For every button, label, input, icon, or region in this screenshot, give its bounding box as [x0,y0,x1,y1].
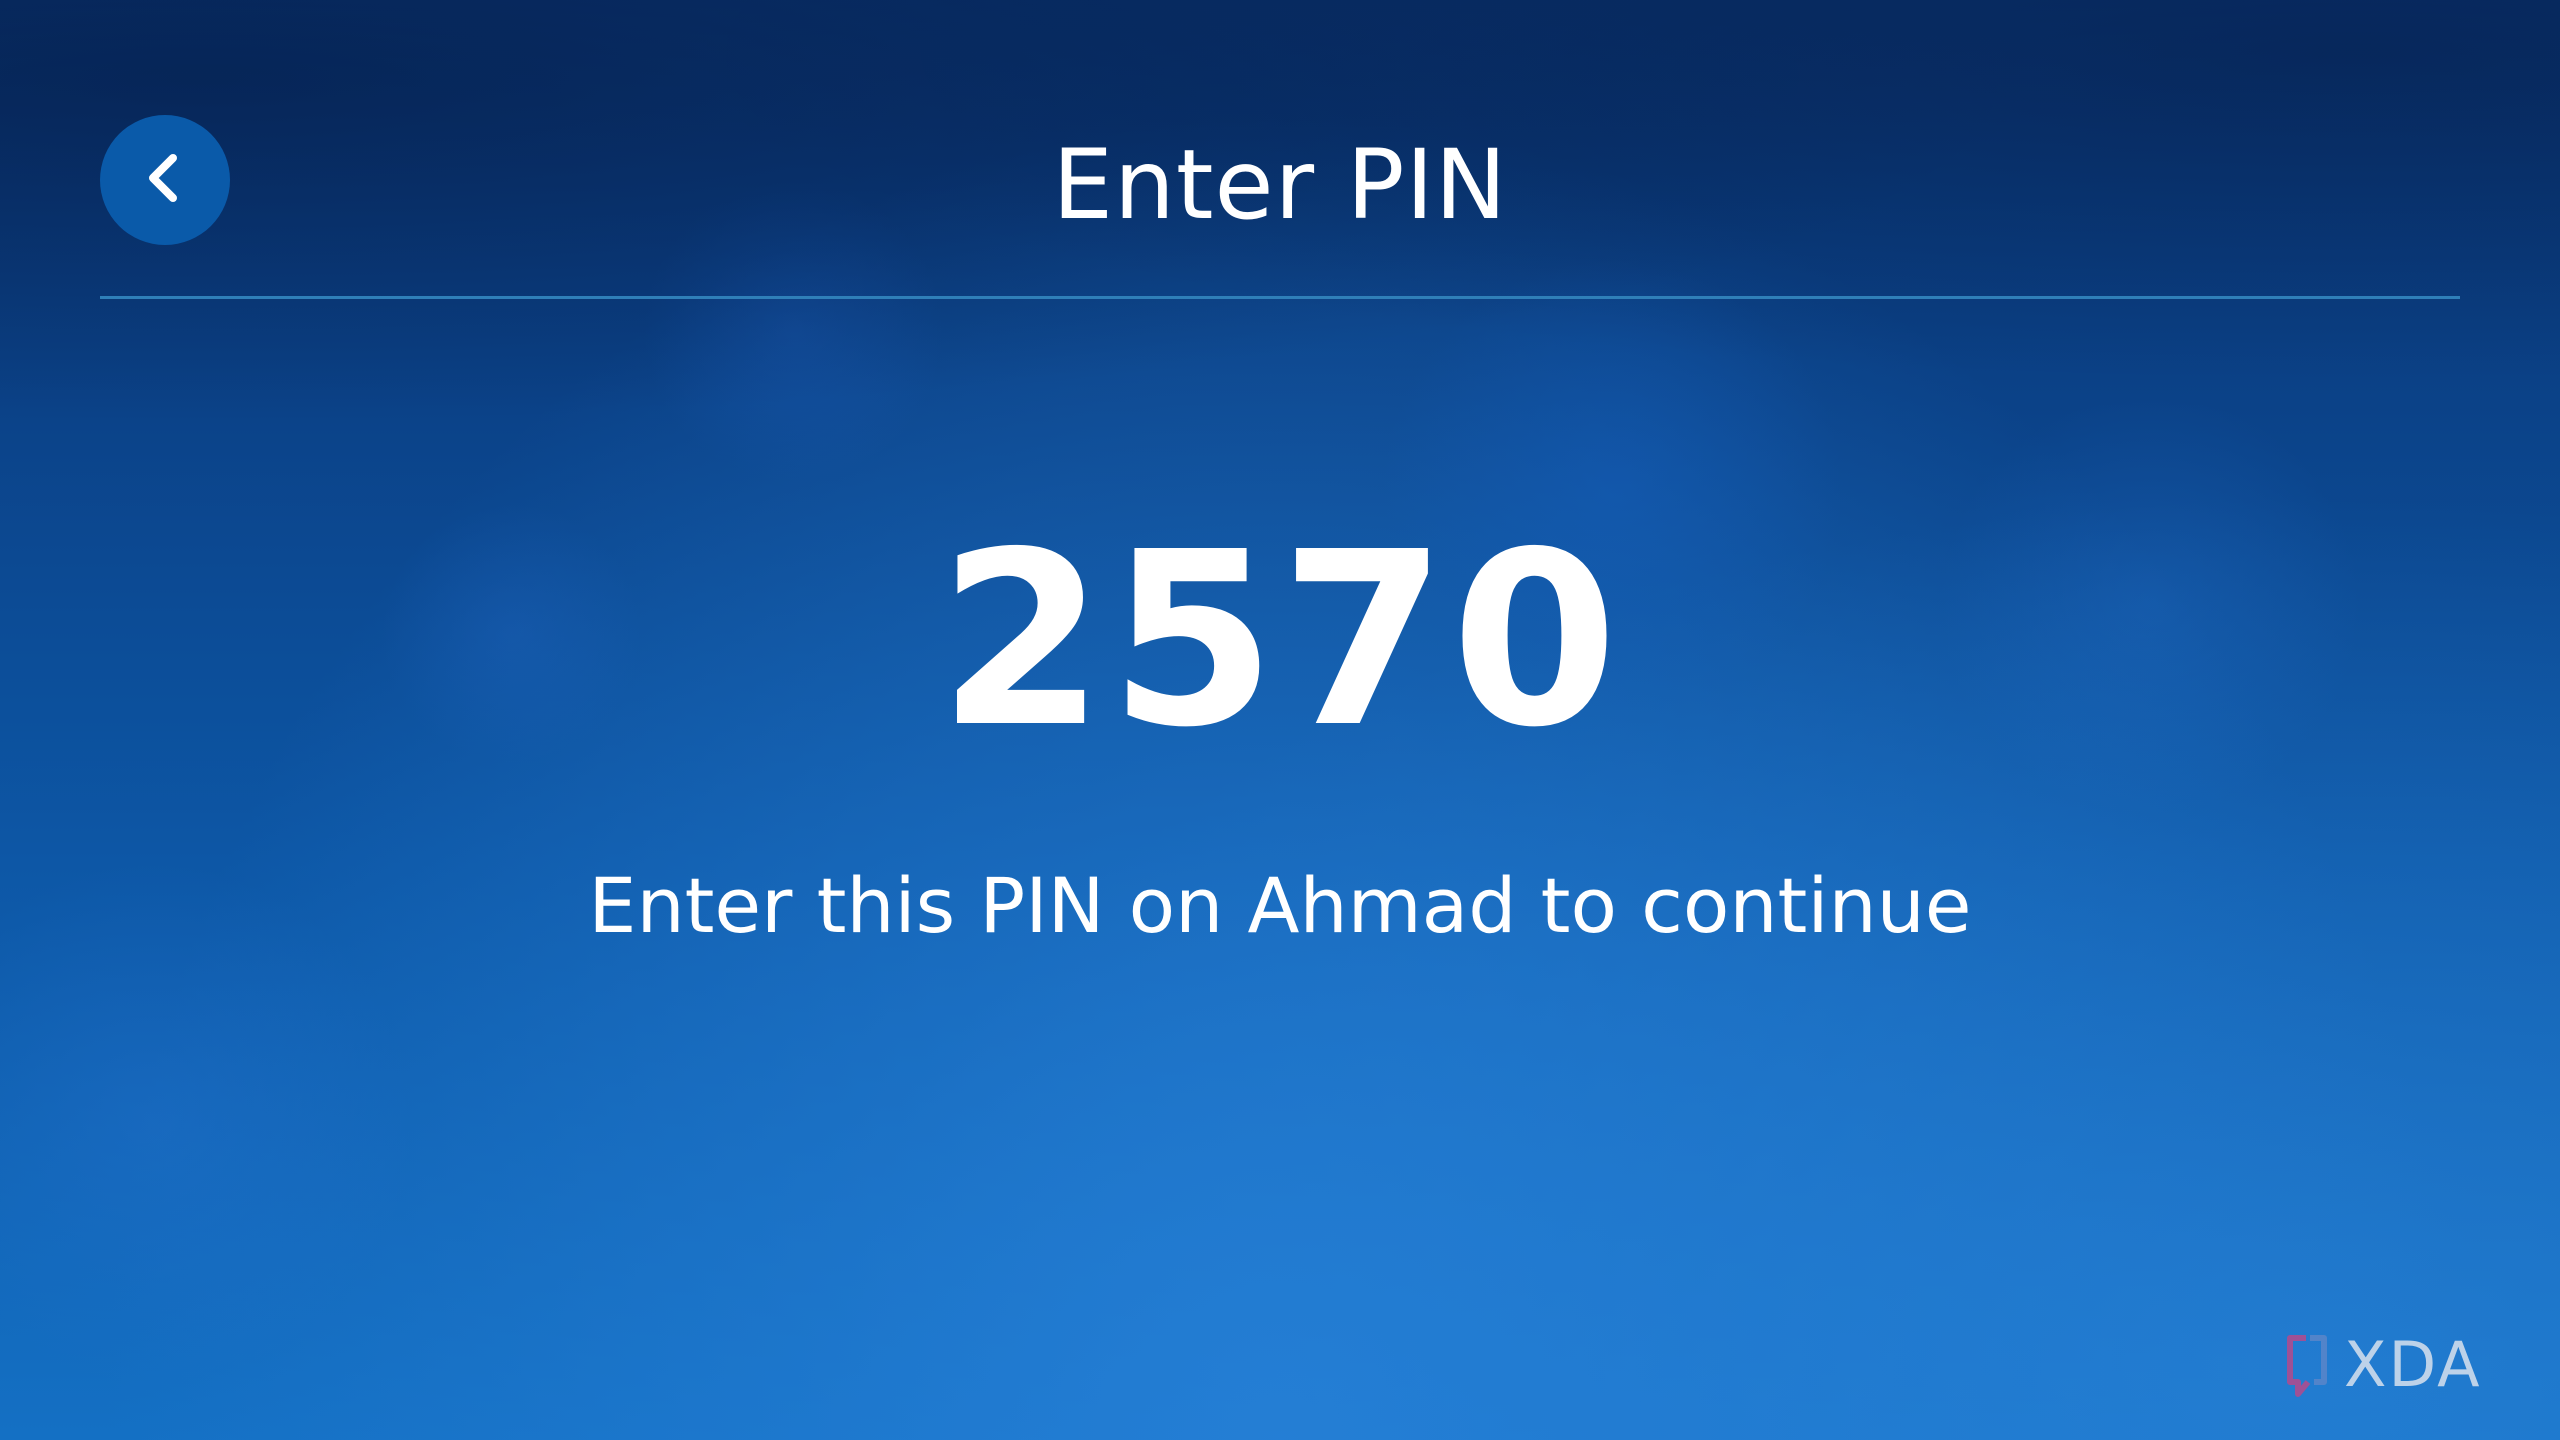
page-title: Enter PIN [1052,129,1508,241]
pin-instruction: Enter this PIN on Ahmad to continue [588,861,1972,950]
header: Enter PIN [0,0,2560,300]
header-divider [100,296,2460,299]
watermark-text: XDA [2344,1328,2482,1401]
xda-watermark: XDA [2284,1330,2482,1400]
pin-code: 2570 [938,500,1622,780]
xda-bracket-icon [2284,1330,2330,1400]
